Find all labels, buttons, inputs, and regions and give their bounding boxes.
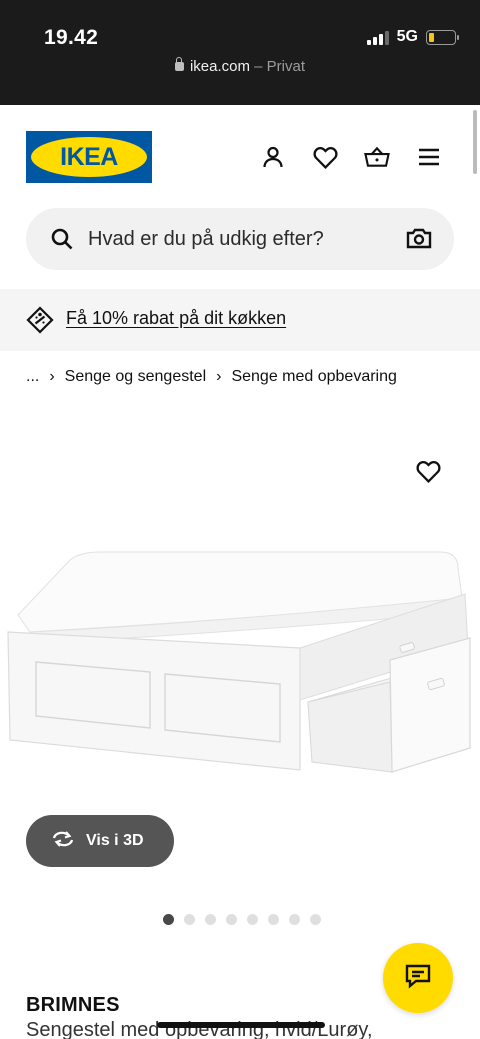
promo-link[interactable]: Få 10% rabat på dit køkken — [66, 308, 286, 329]
add-to-favourites-heart-icon[interactable] — [416, 460, 441, 488]
product-image[interactable] — [0, 540, 480, 800]
carousel-dot-7[interactable] — [289, 914, 300, 925]
view-in-3d-button[interactable]: Vis i 3D — [26, 815, 174, 867]
chevron-right-icon: › — [216, 368, 222, 385]
breadcrumb-item-storage-beds[interactable]: Senge med opbevaring — [231, 368, 396, 386]
breadcrumb-item-beds[interactable]: Senge og sengestel — [65, 368, 206, 386]
logo-text: IKEA — [60, 142, 118, 171]
camera-icon[interactable] — [406, 226, 432, 255]
basket-icon[interactable] — [364, 144, 390, 170]
heart-icon[interactable] — [312, 144, 338, 170]
battery-icon — [426, 29, 459, 45]
carousel-dot-6[interactable] — [268, 914, 279, 925]
rotate-3d-icon — [50, 829, 76, 854]
search-bar[interactable] — [26, 208, 454, 270]
view-in-3d-label: Vis i 3D — [86, 832, 144, 849]
discount-tag-icon — [26, 306, 54, 339]
address-bar[interactable]: ikea.com – Privat — [0, 57, 480, 75]
chat-button[interactable] — [383, 943, 453, 1013]
product-name: BRIMNES — [26, 994, 120, 1016]
page-scrollbar[interactable] — [473, 110, 477, 174]
breadcrumb-ellipsis[interactable]: ... — [26, 368, 39, 386]
url-host: ikea.com — [189, 58, 250, 75]
chevron-right-icon: › — [49, 368, 55, 385]
status-time: 19.42 — [44, 26, 99, 49]
signal-icon — [366, 29, 389, 45]
status-bar: 19.42 5G ikea.com – Privat — [0, 0, 480, 105]
carousel-dot-4[interactable] — [226, 914, 237, 925]
site-header: IKEA — [0, 105, 480, 205]
chat-icon — [404, 963, 432, 994]
search-input[interactable] — [88, 221, 388, 257]
breadcrumb: ... › Senge og sengestel › Senge med opb… — [26, 368, 397, 386]
search-icon — [50, 227, 74, 256]
ikea-logo[interactable]: IKEA — [26, 131, 152, 183]
url-mode: – Privat — [250, 58, 306, 75]
menu-icon[interactable] — [416, 144, 442, 170]
carousel-dot-5[interactable] — [247, 914, 258, 925]
carousel-pagination — [163, 914, 321, 925]
carousel-dot-3[interactable] — [205, 914, 216, 925]
logo-oval: IKEA — [31, 137, 147, 177]
user-icon[interactable] — [260, 144, 286, 170]
carousel-dot-8[interactable] — [310, 914, 321, 925]
network-label: 5G — [396, 28, 418, 45]
lock-icon — [174, 57, 184, 71]
promo-banner: Få 10% rabat på dit køkken — [0, 289, 480, 351]
carousel-dot-1[interactable] — [163, 914, 174, 925]
home-indicator — [157, 1022, 325, 1028]
carousel-dot-2[interactable] — [184, 914, 195, 925]
header-actions — [260, 144, 442, 170]
status-indicators: 5G — [366, 28, 459, 46]
